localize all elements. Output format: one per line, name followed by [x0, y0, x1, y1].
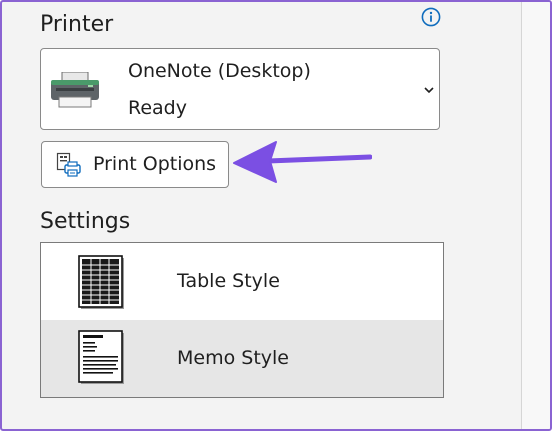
- table-style-option[interactable]: Table Style: [41, 243, 443, 320]
- info-icon[interactable]: [421, 7, 441, 27]
- preview-pane-edge: [521, 2, 550, 429]
- print-options-label: Print Options: [93, 153, 217, 175]
- print-backstage-panel: Printer OneNote (Desktop) Ready Print Op…: [0, 0, 552, 431]
- print-options-button[interactable]: Print Options: [41, 141, 229, 188]
- memo-style-option[interactable]: Memo Style: [41, 320, 443, 397]
- print-options-icon: [56, 152, 81, 177]
- settings-heading: Settings: [40, 209, 131, 234]
- printer-dropdown[interactable]: OneNote (Desktop) Ready: [40, 48, 440, 130]
- table-style-label: Table Style: [177, 270, 280, 292]
- print-style-list: Table Style Memo Style: [40, 242, 444, 398]
- chevron-down-icon[interactable]: [423, 85, 435, 95]
- table-style-icon: [78, 255, 124, 309]
- printer-status: Ready: [128, 97, 187, 119]
- memo-style-icon: [78, 330, 124, 384]
- annotation-arrow-icon: [233, 141, 372, 183]
- printer-icon: [51, 72, 99, 108]
- memo-style-label: Memo Style: [177, 347, 289, 369]
- selected-printer-name: OneNote (Desktop): [128, 60, 311, 82]
- printer-heading: Printer: [40, 12, 114, 37]
